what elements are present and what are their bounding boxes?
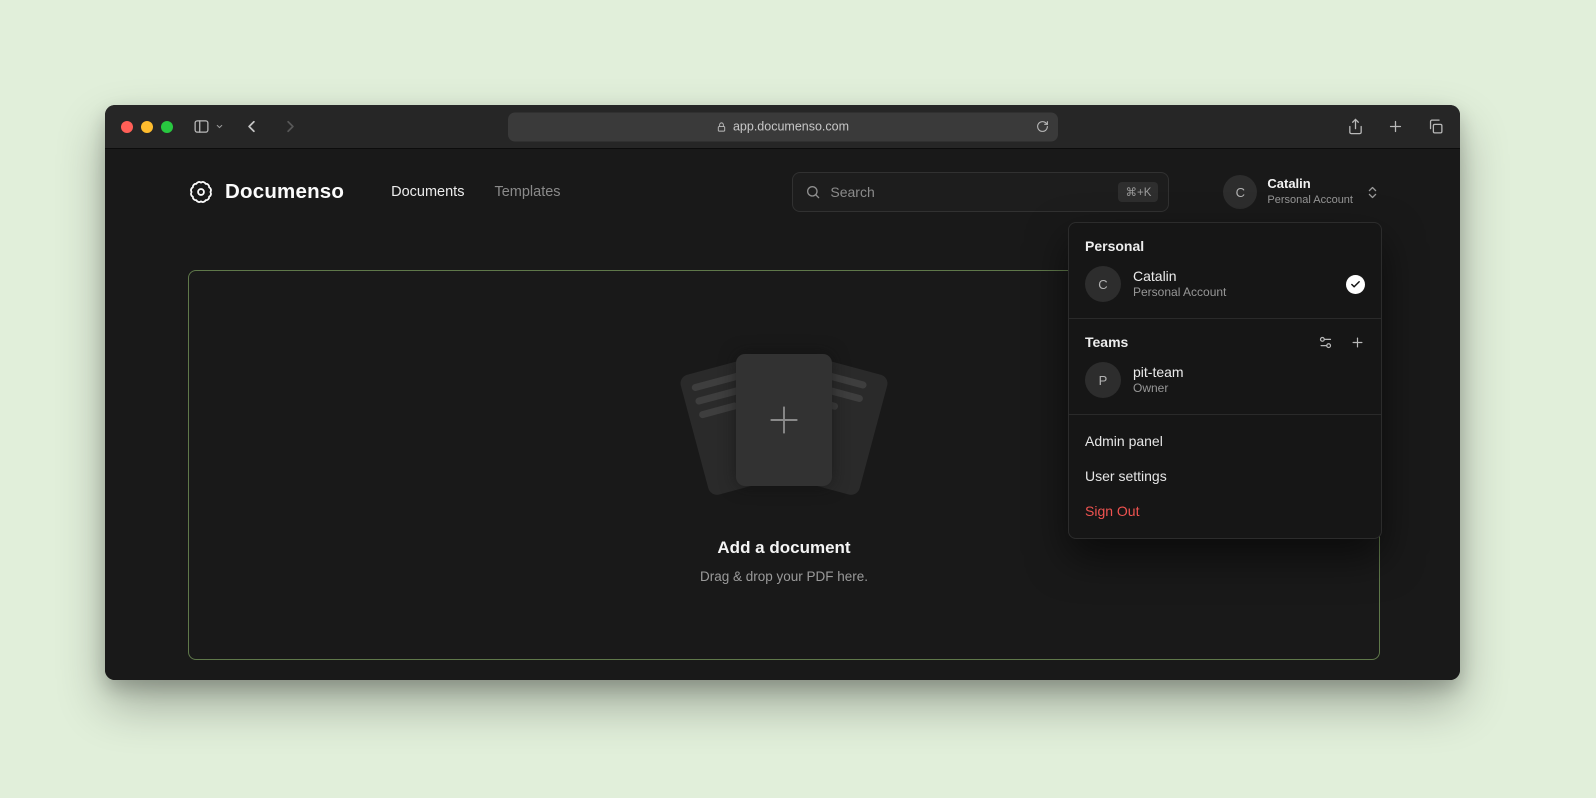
chevron-right-icon — [281, 117, 300, 136]
plus-icon — [765, 401, 803, 439]
search-icon — [805, 184, 821, 200]
menu-items: Admin panel User settings Sign Out — [1069, 415, 1381, 538]
manage-teams-button[interactable] — [1318, 335, 1333, 350]
teams-section-label: Teams — [1085, 334, 1128, 350]
account-subtitle: Personal Account — [1267, 193, 1353, 207]
dropzone-subtitle: Drag & drop your PDF here. — [700, 569, 868, 584]
tab-overview-icon — [1427, 118, 1444, 135]
account-meta: Catalin Personal Account — [1267, 176, 1353, 207]
page-content: Documenso Documents Templates ⌘+K C Cata… — [105, 149, 1460, 680]
chevrons-up-down-icon — [1365, 185, 1380, 200]
browser-toolbar: app.documenso.com — [105, 105, 1460, 149]
tab-overview-button[interactable] — [1427, 118, 1444, 135]
menu-item-sign-out[interactable]: Sign Out — [1069, 493, 1381, 528]
back-button[interactable] — [242, 117, 261, 136]
brand-link[interactable]: Documenso — [188, 179, 344, 205]
search-shortcut-badge: ⌘+K — [1118, 182, 1158, 202]
url-text: app.documenso.com — [733, 120, 849, 134]
forward-button[interactable] — [281, 117, 300, 136]
sidebar-chevron-button[interactable] — [215, 122, 224, 131]
nav-documents[interactable]: Documents — [391, 184, 464, 200]
lock-icon — [716, 121, 727, 132]
close-window-button[interactable] — [121, 121, 133, 133]
account-name: Catalin — [1267, 176, 1353, 193]
address-bar[interactable]: app.documenso.com — [508, 112, 1058, 141]
share-icon — [1347, 118, 1364, 135]
share-button[interactable] — [1347, 118, 1364, 135]
search-box[interactable]: ⌘+K — [792, 172, 1169, 212]
account-menu-trigger[interactable]: C Catalin Personal Account — [1223, 175, 1380, 209]
sidebar-toggle-button[interactable] — [193, 118, 210, 135]
minimize-window-button[interactable] — [141, 121, 153, 133]
menu-item-admin-panel[interactable]: Admin panel — [1069, 423, 1381, 458]
personal-section-label: Personal — [1069, 223, 1381, 264]
browser-nav-controls — [193, 117, 300, 136]
plus-icon — [1350, 335, 1365, 350]
sliders-icon — [1318, 335, 1333, 350]
browser-window: app.documenso.com — [105, 105, 1460, 680]
app-header: Documenso Documents Templates ⌘+K C Cata… — [188, 170, 1380, 214]
nav-templates[interactable]: Templates — [494, 184, 560, 200]
team-item[interactable]: P pit-team Owner — [1069, 360, 1381, 414]
add-team-button[interactable] — [1350, 335, 1365, 350]
account-dropdown-menu: Personal C Catalin Personal Account Team… — [1068, 222, 1382, 539]
personal-account-subtitle: Personal Account — [1133, 285, 1226, 301]
personal-account-item[interactable]: C Catalin Personal Account — [1069, 264, 1381, 318]
team-role: Owner — [1133, 381, 1184, 397]
document-card-add — [736, 354, 832, 486]
menu-item-user-settings[interactable]: User settings — [1069, 458, 1381, 493]
documenso-logo-icon — [188, 179, 214, 205]
chevron-left-icon — [242, 117, 261, 136]
zoom-window-button[interactable] — [161, 121, 173, 133]
toolbar-right-actions — [1347, 118, 1444, 135]
brand-name: Documenso — [225, 180, 344, 204]
plus-icon — [1387, 118, 1404, 135]
avatar: C — [1223, 175, 1257, 209]
window-controls — [121, 121, 173, 133]
teams-section-header: Teams — [1069, 319, 1381, 360]
dropzone-title: Add a document — [717, 538, 850, 558]
reload-button[interactable] — [1036, 120, 1049, 133]
document-cards-illustration — [672, 346, 896, 498]
personal-account-name: Catalin — [1133, 267, 1226, 285]
avatar: P — [1085, 362, 1121, 398]
new-tab-button[interactable] — [1387, 118, 1404, 135]
selected-check-icon — [1346, 275, 1365, 294]
avatar: C — [1085, 266, 1121, 302]
main-nav: Documents Templates — [391, 184, 560, 200]
panel-left-icon — [193, 118, 210, 135]
chevron-down-icon — [215, 122, 224, 131]
team-name: pit-team — [1133, 363, 1184, 381]
search-input[interactable] — [830, 184, 1109, 200]
reload-icon — [1036, 120, 1049, 133]
